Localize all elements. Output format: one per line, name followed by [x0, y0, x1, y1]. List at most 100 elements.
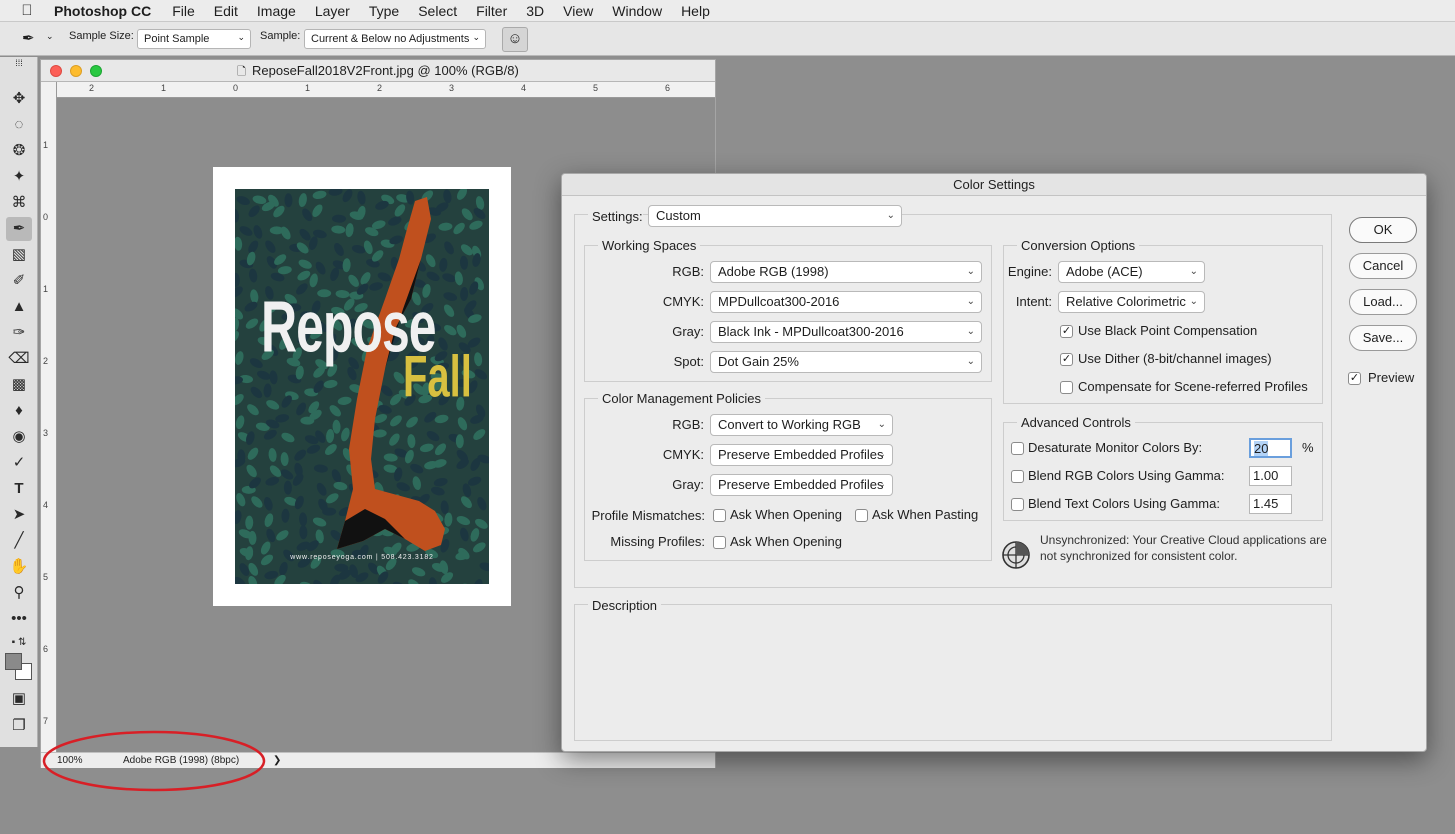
history-brush-tool-icon[interactable]: ✑ — [6, 321, 32, 345]
settings-select[interactable]: Custom ⌄ — [648, 205, 902, 227]
crop-tool-icon[interactable]: ⌘ — [6, 191, 32, 215]
brush-tool-icon[interactable]: ✐ — [6, 269, 32, 293]
app-name-menu[interactable]: Photoshop CC — [54, 3, 151, 19]
marquee-tool-icon[interactable]: ◌ — [6, 113, 32, 137]
scene-referred-checkbox[interactable] — [1060, 381, 1073, 394]
eraser-tool-icon[interactable]: ⌫ — [6, 347, 32, 371]
type-tool-icon[interactable]: T — [6, 477, 32, 501]
load-button[interactable]: Load... — [1349, 289, 1417, 315]
menu-filter[interactable]: Filter — [476, 3, 507, 19]
zoom-window-button[interactable] — [90, 65, 102, 77]
more-tools-icon[interactable]: ••• — [6, 607, 32, 631]
menu-help[interactable]: Help — [681, 3, 710, 19]
eyedropper-icon[interactable]: ✒ — [22, 29, 35, 47]
chevron-down-icon: ⌄ — [966, 266, 975, 277]
sample-size-select[interactable]: Point Sample ⌄ — [137, 29, 251, 49]
leaf-shape — [407, 434, 416, 449]
leaf-shape — [424, 411, 437, 423]
cancel-button[interactable]: Cancel — [1349, 253, 1417, 279]
quick-mask-icon[interactable]: ▣ — [6, 687, 32, 711]
chevron-down-icon: ⌄ — [877, 479, 886, 490]
leaf-shape — [342, 258, 351, 273]
leaf-shape — [264, 496, 273, 511]
zoom-tool-icon[interactable]: ⚲ — [6, 581, 32, 605]
document-title-bar[interactable]: 🗋 ReposeFall2018V2Front.jpg @ 100% (RGB/8… — [41, 60, 715, 82]
leaf-shape — [328, 189, 343, 196]
intent-select[interactable]: Relative Colorimetric ⌄ — [1058, 291, 1205, 313]
ws-gray-select[interactable]: Black Ink - MPDullcoat300-2016 ⌄ — [710, 321, 982, 343]
leaf-shape — [280, 452, 289, 467]
menu-3d[interactable]: 3D — [526, 3, 544, 19]
menu-type[interactable]: Type — [369, 3, 399, 19]
blur-tool-icon[interactable]: ♦ — [6, 399, 32, 423]
horizontal-ruler[interactable]: 2 1 0 1 2 3 4 5 6 — [57, 82, 715, 98]
preview-checkbox[interactable]: ✓ — [1348, 372, 1361, 385]
menu-select[interactable]: Select — [418, 3, 457, 19]
pen-tool-icon[interactable]: ✓ — [6, 451, 32, 475]
save-button[interactable]: Save... — [1349, 325, 1417, 351]
engine-select[interactable]: Adobe (ACE) ⌄ — [1058, 261, 1205, 283]
leaf-shape — [460, 496, 472, 509]
lasso-tool-icon[interactable]: ❂ — [6, 139, 32, 163]
policy-rgb-select[interactable]: Convert to Working RGB ⌄ — [710, 414, 893, 436]
menu-view[interactable]: View — [563, 3, 593, 19]
policy-cmyk-value: Preserve Embedded Profiles — [718, 447, 884, 462]
menu-file[interactable]: File — [172, 3, 195, 19]
menu-edit[interactable]: Edit — [214, 3, 238, 19]
ws-gray-value: Black Ink - MPDullcoat300-2016 — [718, 324, 904, 339]
blend-text-input[interactable]: 1.45 — [1249, 494, 1292, 514]
blend-rgb-input[interactable]: 1.00 — [1249, 466, 1292, 486]
line-tool-icon[interactable]: ╱ — [6, 529, 32, 553]
sample-select[interactable]: Current & Below no Adjustments ⌄ — [304, 29, 486, 49]
swap-colors-icon[interactable]: ▪ ⇅ — [6, 631, 32, 655]
dodge-tool-icon[interactable]: ◉ — [6, 425, 32, 449]
use-dither-checkbox[interactable]: ✓ — [1060, 353, 1073, 366]
sampling-ring-button[interactable]: ☺ — [502, 27, 528, 52]
leaf-shape — [281, 432, 295, 443]
hand-tool-icon[interactable]: ✋ — [6, 555, 32, 579]
foreground-color-swatch[interactable] — [5, 653, 22, 670]
black-point-compensation-checkbox[interactable]: ✓ — [1060, 325, 1073, 338]
menu-image[interactable]: Image — [257, 3, 296, 19]
panel-grip-icon[interactable]: ⁞⁞⁞ — [6, 57, 32, 71]
menu-window[interactable]: Window — [612, 3, 662, 19]
ruler-tick-label: 6 — [43, 644, 49, 654]
desaturate-checkbox[interactable] — [1011, 442, 1024, 455]
close-window-button[interactable] — [50, 65, 62, 77]
apple-icon[interactable]:  — [0, 2, 54, 19]
policy-gray-select[interactable]: Preserve Embedded Profiles ⌄ — [710, 474, 893, 496]
ask-when-opening-checkbox[interactable] — [713, 509, 726, 522]
tool-preset-chevron-icon[interactable]: ⌄ — [46, 31, 54, 42]
intent-label: Intent: — [1015, 294, 1052, 309]
policy-cmyk-select[interactable]: Preserve Embedded Profiles ⌄ — [710, 444, 893, 466]
path-selection-tool-icon[interactable]: ➤ — [6, 503, 32, 527]
eyedropper-tool-icon[interactable]: ✒ — [6, 217, 32, 241]
leaf-shape — [331, 469, 342, 483]
move-tool-icon[interactable]: ✥ — [6, 87, 32, 111]
leaf-shape — [248, 575, 258, 584]
desaturate-input[interactable]: 20 — [1249, 438, 1292, 458]
minimize-window-button[interactable] — [70, 65, 82, 77]
ws-cmyk-select[interactable]: MPDullcoat300-2016 ⌄ — [710, 291, 982, 313]
blend-rgb-checkbox[interactable] — [1011, 470, 1024, 483]
ws-spot-select[interactable]: Dot Gain 25% ⌄ — [710, 351, 982, 373]
leaf-shape — [434, 443, 447, 456]
ws-cmyk-label: CMYK: — [662, 294, 704, 309]
leaf-shape — [312, 190, 327, 200]
leaf-shape — [294, 449, 307, 461]
vertical-ruler[interactable]: 1 0 1 2 3 4 5 6 7 — [41, 82, 57, 752]
quick-selection-tool-icon[interactable]: ✦ — [6, 165, 32, 189]
clone-stamp-tool-icon[interactable]: ▲ — [6, 295, 32, 319]
menu-layer[interactable]: Layer — [315, 3, 350, 19]
leaf-shape — [345, 223, 354, 238]
leaf-shape — [248, 205, 260, 218]
gradient-tool-icon[interactable]: ▩ — [6, 373, 32, 397]
healing-brush-tool-icon[interactable]: ▧ — [6, 243, 32, 267]
screen-mode-icon[interactable]: ❐ — [6, 714, 32, 738]
blend-text-checkbox[interactable] — [1011, 498, 1024, 511]
ask-when-pasting-checkbox[interactable] — [855, 509, 868, 522]
color-sync-icon — [1002, 541, 1030, 569]
missing-ask-when-opening-checkbox[interactable] — [713, 536, 726, 549]
ok-button[interactable]: OK — [1349, 217, 1417, 243]
ws-rgb-select[interactable]: Adobe RGB (1998) ⌄ — [710, 261, 982, 283]
